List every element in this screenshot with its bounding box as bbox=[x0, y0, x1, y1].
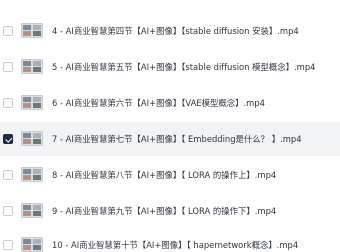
video-thumbnail-icon bbox=[21, 237, 43, 252]
video-thumbnail-icon bbox=[21, 203, 43, 218]
file-name[interactable]: 4 - AI商业智慧第四节【AI+图像】【stable diffusion 安装… bbox=[52, 25, 299, 37]
row-checkbox-checked[interactable] bbox=[3, 134, 13, 144]
file-name[interactable]: 5 - AI商业智慧第五节【AI+图像】【stable diffusion 模型… bbox=[52, 61, 315, 73]
file-row[interactable]: 10 - AI商业智慧第十节【AI+图像】【 hapernetwork概念】.m… bbox=[0, 228, 340, 252]
row-checkbox[interactable] bbox=[3, 98, 13, 108]
row-checkbox[interactable] bbox=[3, 206, 13, 216]
row-checkbox[interactable] bbox=[3, 240, 13, 250]
row-checkbox[interactable] bbox=[3, 62, 13, 72]
file-row[interactable]: 9 - AI商业智慧第九节【AI+图像】【 LORA 的操作下】.mp4 bbox=[0, 194, 340, 228]
file-row[interactable]: 6 - AI商业智慧第六节【AI+图像】【VAE模型概念】.mp4 bbox=[0, 86, 340, 120]
row-checkbox[interactable] bbox=[3, 170, 13, 180]
file-row[interactable]: 5 - AI商业智慧第五节【AI+图像】【stable diffusion 模型… bbox=[0, 50, 340, 84]
file-row-selected[interactable]: 7 - AI商业智慧第七节【AI+图像】【 Embedding是什么？ 】.mp… bbox=[0, 122, 340, 156]
video-thumbnail-icon bbox=[21, 59, 43, 74]
file-row[interactable]: 4 - AI商业智慧第四节【AI+图像】【stable diffusion 安装… bbox=[0, 14, 340, 48]
file-row[interactable]: 8 - AI商业智慧第八节【AI+图像】【 LORA 的操作上】.mp4 bbox=[0, 158, 340, 192]
video-thumbnail-icon bbox=[21, 131, 43, 146]
file-list: 4 - AI商业智慧第四节【AI+图像】【stable diffusion 安装… bbox=[0, 0, 340, 252]
video-thumbnail-icon bbox=[21, 23, 43, 38]
file-name[interactable]: 8 - AI商业智慧第八节【AI+图像】【 LORA 的操作上】.mp4 bbox=[52, 169, 276, 181]
file-name[interactable]: 7 - AI商业智慧第七节【AI+图像】【 Embedding是什么？ 】.mp… bbox=[52, 133, 302, 145]
file-name[interactable]: 6 - AI商业智慧第六节【AI+图像】【VAE模型概念】.mp4 bbox=[52, 97, 265, 109]
video-thumbnail-icon bbox=[21, 95, 43, 110]
file-name[interactable]: 9 - AI商业智慧第九节【AI+图像】【 LORA 的操作下】.mp4 bbox=[52, 205, 276, 217]
file-name[interactable]: 10 - AI商业智慧第十节【AI+图像】【 hapernetwork概念】.m… bbox=[52, 239, 298, 251]
row-checkbox[interactable] bbox=[3, 26, 13, 36]
video-thumbnail-icon bbox=[21, 167, 43, 182]
